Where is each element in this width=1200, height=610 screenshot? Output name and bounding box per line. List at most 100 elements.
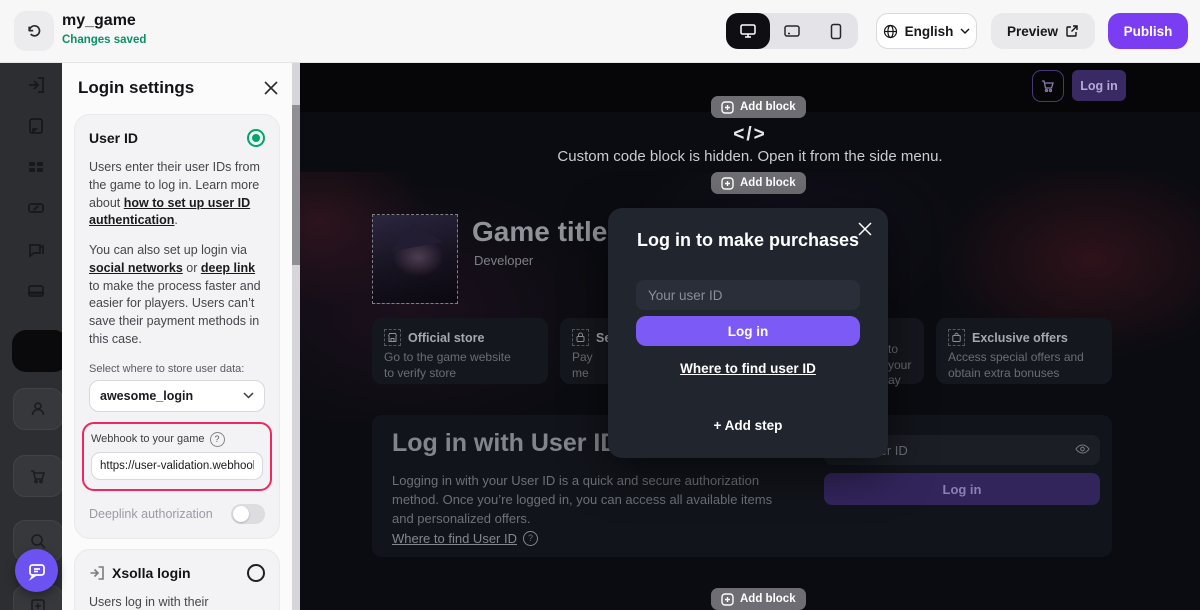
publish-button[interactable]: Publish (1108, 13, 1188, 49)
social-networks-link[interactable]: social networks (89, 261, 183, 275)
xsolla-description: Users log in with their username and pas… (89, 594, 209, 609)
plus-square-icon (721, 592, 734, 606)
account-menu-item[interactable] (13, 388, 63, 430)
xsolla-radio-unselected[interactable] (247, 563, 265, 582)
feature-card-exclusive-offers[interactable]: Exclusive offers Access special offers a… (936, 318, 1112, 384)
card-desc-line: me (572, 365, 589, 380)
help-icon[interactable] (209, 431, 225, 447)
device-desktop-button[interactable] (726, 13, 770, 49)
cart-icon (1042, 80, 1054, 93)
topbar: my_game Changes saved English Preview Pu… (0, 0, 1200, 63)
cart-button[interactable] (1032, 70, 1064, 102)
search-icon (31, 534, 46, 549)
login-settings-panel: Login settings User ID Users enter their… (62, 62, 292, 610)
close-icon[interactable] (263, 80, 279, 96)
xsolla-login-option-card[interactable]: Xsolla login Users log in with their use… (74, 548, 280, 610)
language-selector[interactable]: English (876, 13, 977, 49)
pages-menu-icon[interactable] (26, 116, 46, 136)
panel-scrollbar-thumb[interactable] (292, 105, 300, 265)
device-tablet-button[interactable] (770, 13, 814, 49)
widget-icon (31, 599, 45, 610)
select-value: awesome_login (100, 388, 194, 403)
side-menu (0, 62, 68, 610)
webhook-highlight-box: Webhook to your game (82, 421, 272, 491)
deep-link-link[interactable]: deep link (201, 261, 255, 275)
card-desc-line: Access special offers and (948, 350, 1084, 364)
card-desc-line: to verify store (384, 365, 457, 380)
modal-login-button[interactable]: Log in (636, 316, 860, 346)
deeplink-toggle-off[interactable] (231, 503, 265, 524)
app-root: Log in Add block </> Custom code block i… (0, 0, 1200, 610)
add-block-label: Add block (740, 101, 796, 113)
user-id-paragraph-2: You can also set up login via social net… (89, 243, 261, 346)
card-title: Official store (408, 330, 485, 345)
add-block-label: Add block (740, 177, 796, 189)
modal-user-id-input[interactable] (636, 280, 860, 310)
card-desc-line: Go to the game website (384, 350, 511, 364)
tablet-icon (784, 25, 800, 37)
user-id-radio-selected[interactable] (247, 129, 265, 147)
person-icon (31, 402, 45, 416)
undo-icon (28, 24, 41, 37)
footer-menu-icon[interactable] (26, 281, 46, 301)
game-developer: Developer (474, 253, 534, 268)
card-desc-line: Pay (572, 350, 593, 364)
store-user-data-select[interactable]: awesome_login (89, 379, 265, 412)
preview-button[interactable]: Preview (991, 13, 1095, 49)
xsolla-login-icon (89, 565, 105, 581)
feature-card-official-store[interactable]: Official store Go to the game website to … (372, 318, 548, 384)
chevron-down-icon (960, 28, 970, 34)
mobile-icon (830, 23, 842, 39)
device-toggle-group (726, 13, 858, 49)
blocks-menu-icon[interactable] (26, 157, 46, 177)
chat-icon (28, 563, 45, 581)
external-link-icon (1066, 25, 1078, 37)
coupon-menu-icon[interactable] (26, 198, 46, 218)
store-menu-item[interactable] (13, 455, 63, 497)
user-id-option-title: User ID (89, 130, 139, 146)
add-block-label: Add block (740, 593, 796, 605)
card-desc-line: obtain extra bonuses (948, 365, 1060, 380)
site-header-login-button[interactable]: Log in (1072, 70, 1126, 101)
game-avatar[interactable] (372, 214, 458, 304)
store-user-data-label: Select where to store user data: (89, 362, 245, 375)
user-id-paragraph-1: Users enter their user IDs from the game… (89, 160, 260, 228)
webhook-url-input[interactable] (91, 451, 263, 480)
card-desc-line: ay (888, 373, 901, 388)
card-title: Exclusive offers (972, 330, 1068, 345)
chevron-down-icon (243, 392, 254, 399)
language-label: English (904, 23, 954, 39)
cart-icon (31, 470, 46, 484)
add-block-button-bottom[interactable]: Add block (711, 588, 806, 610)
add-step-button[interactable]: + Add step (608, 418, 888, 433)
webhook-label: Webhook to your game (91, 433, 205, 445)
help-icon[interactable] (523, 531, 538, 546)
xsolla-option-title: Xsolla login (112, 564, 191, 581)
card-desc-line: to your (888, 342, 912, 372)
modal-where-to-find-link[interactable]: Where to find user ID (608, 361, 888, 376)
game-title: Game title (472, 216, 608, 247)
login-section-title: Log in with User ID (392, 429, 619, 457)
add-block-button-top[interactable]: Add block (711, 96, 806, 118)
user-id-option-card[interactable]: User ID Users enter their user IDs from … (74, 114, 280, 539)
login-button[interactable]: Log in (824, 473, 1100, 505)
login-purchases-modal: Log in to make purchases Log in Where to… (608, 208, 888, 458)
modal-title: Log in to make purchases (636, 230, 860, 250)
reviews-menu-icon[interactable] (26, 240, 46, 260)
where-to-find-user-id-link[interactable]: Where to find User ID (392, 531, 517, 546)
panel-title: Login settings (78, 78, 195, 97)
support-chat-button[interactable] (15, 549, 58, 592)
device-mobile-button[interactable] (814, 13, 858, 49)
eye-icon[interactable] (1075, 443, 1090, 455)
login-menu-icon[interactable] (26, 75, 46, 95)
panel-scrollbar[interactable] (292, 62, 300, 610)
custom-code-icon: </> (733, 124, 767, 145)
add-block-button-middle[interactable]: Add block (711, 172, 806, 194)
project-logo-pill[interactable] (12, 330, 68, 610)
deeplink-label: Deeplink authorization (89, 506, 213, 521)
bag-icon (948, 329, 965, 346)
undo-button[interactable] (14, 11, 54, 51)
store-icon (384, 329, 401, 346)
plus-square-icon (721, 176, 734, 190)
preview-label: Preview (1006, 23, 1059, 39)
